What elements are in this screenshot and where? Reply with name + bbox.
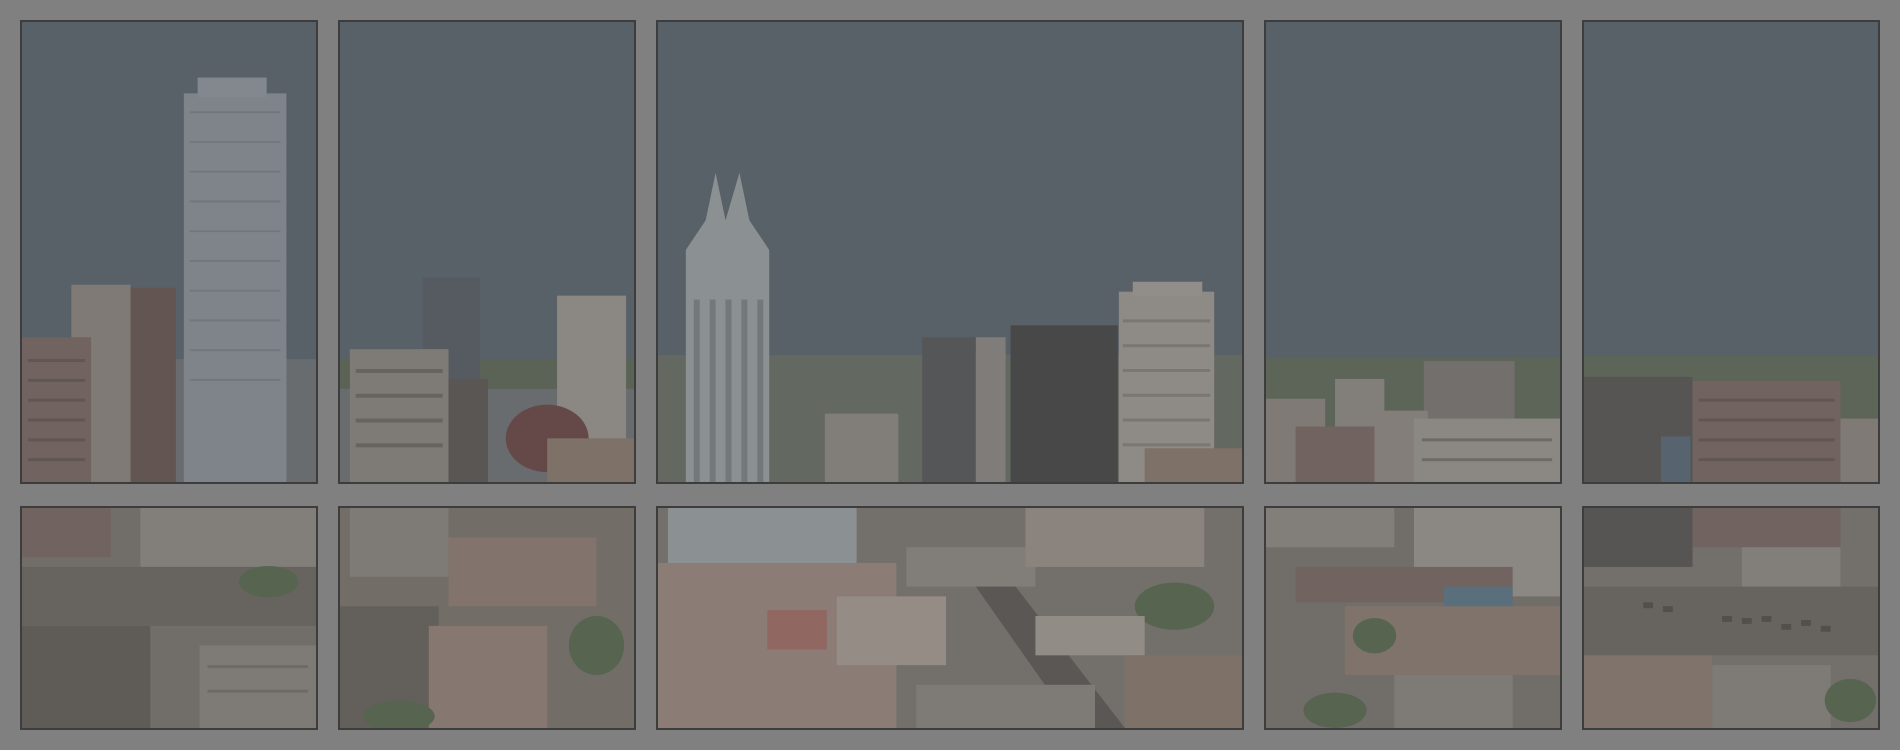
city-street-image [1584, 508, 1878, 728]
lower-pane-2 [338, 506, 636, 730]
city-street-image [22, 508, 316, 728]
city-skyline-image [658, 22, 1242, 482]
upper-pane-1 [20, 20, 318, 484]
city-street-image [1266, 508, 1560, 728]
city-street-image [340, 508, 634, 728]
lower-pane-5 [1582, 506, 1880, 730]
lower-pane-4 [1264, 506, 1562, 730]
upper-pane-3 [656, 20, 1244, 484]
lower-pane-3 [656, 506, 1244, 730]
city-street-image [658, 508, 1242, 728]
window-view-scene [0, 0, 1900, 750]
city-skyline-image [340, 22, 634, 482]
lower-pane-1 [20, 506, 318, 730]
city-skyline-image [1584, 22, 1878, 482]
upper-pane-2 [338, 20, 636, 484]
city-skyline-image [1266, 22, 1560, 482]
upper-pane-5 [1582, 20, 1880, 484]
upper-pane-4 [1264, 20, 1562, 484]
city-skyline-image [22, 22, 316, 482]
